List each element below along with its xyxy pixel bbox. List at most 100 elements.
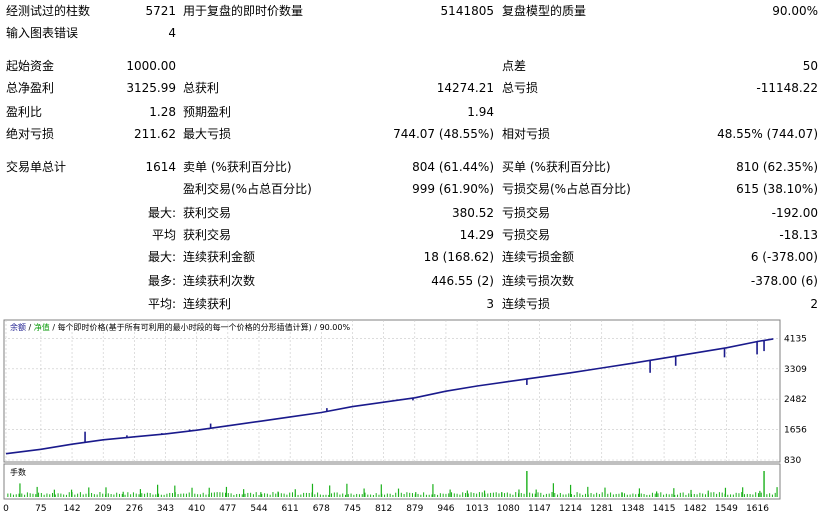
x-tick-label-10: 678 — [313, 504, 330, 514]
x-tick-label-19: 1281 — [590, 504, 613, 514]
x-tick-label-5: 343 — [157, 504, 174, 514]
y-tick-label-2: 2482 — [784, 395, 807, 405]
short-positions-label: 卖单 (%获利百分比) — [183, 160, 292, 174]
x-tick-label-4: 276 — [126, 504, 143, 514]
total-trades-value: 1614 — [145, 160, 176, 174]
balance-chart-panel — [3, 319, 781, 463]
short-positions-value: 804 (61.44%) — [412, 160, 494, 174]
max-consecutive-label: 最大: — [147, 250, 176, 264]
x-tick-label-22: 1482 — [684, 504, 707, 514]
x-tick-label-3: 209 — [95, 504, 112, 514]
x-tick-label-12: 812 — [375, 504, 392, 514]
legend-separator: / — [26, 323, 34, 332]
average-consecutive-losses-value: 2 — [810, 297, 818, 311]
x-tick-label-8: 544 — [250, 504, 267, 514]
maximal-drawdown-value: 744.07 (48.55%) — [393, 127, 494, 141]
spread-value: 50 — [802, 59, 818, 73]
x-tick-label-18: 1214 — [559, 504, 582, 514]
x-tick-label-16: 1080 — [497, 504, 520, 514]
maximal-wins-value: 446.55 (2) — [431, 274, 494, 288]
gross-profit-value: 14274.21 — [436, 81, 494, 95]
balance-chart: 余额 / 净值 / 每个即时价格(基于所有可利用的最小时段的每一个价格的分形插值… — [3, 319, 807, 514]
average-consecutive-losses-label: 连续亏损 — [502, 297, 551, 311]
absolute-drawdown-value: 211.62 — [134, 127, 176, 141]
y-tick-label-1: 1656 — [784, 426, 807, 436]
loss-trades-label: 亏损交易(%占总百分比) — [502, 182, 631, 196]
net-profit-label: 总净盈利 — [6, 81, 55, 95]
x-tick-label-24: 1616 — [746, 504, 769, 514]
total-trades-label: 交易单总计 — [6, 160, 67, 174]
chart-errors-value: 4 — [168, 26, 176, 40]
y-tick-label-0: 830 — [784, 456, 801, 466]
average-consecutive-wins-label: 连续获利 — [183, 297, 232, 311]
chart-errors-label: 输入图表错误 — [6, 26, 79, 40]
max-consecutive-losses-label: 连续亏损金额 — [502, 250, 575, 264]
y-tick-label-3: 3309 — [784, 365, 807, 375]
gross-loss-label: 总亏损 — [502, 81, 539, 95]
volume-panel — [3, 463, 781, 500]
ticks-label: 用于复盘的即时价数量 — [183, 4, 304, 18]
expected-payoff-value: 1.94 — [467, 105, 494, 119]
legend-equity: 净值 — [34, 322, 50, 332]
x-tick-label-17: 1147 — [528, 504, 551, 514]
x-tick-label-15: 1013 — [466, 504, 489, 514]
relative-drawdown-value: 48.55% (744.07) — [717, 127, 818, 141]
x-tick-label-0: 0 — [3, 504, 9, 514]
x-tick-label-1: 75 — [35, 504, 46, 514]
average-profit-label: 获利交易 — [183, 228, 232, 242]
x-tick-label-11: 745 — [344, 504, 361, 514]
maximal-losses-value: -378.00 (6) — [750, 274, 818, 288]
largest-label: 最大: — [147, 206, 176, 220]
y-axis-ticks: 830 1656 2482 3309 4135 — [784, 334, 807, 466]
maximal-label: 最多: — [147, 274, 176, 288]
maximal-drawdown-label: 最大亏损 — [183, 127, 232, 141]
profit-trades-label: 盈利交易(%占总百分比) — [183, 182, 312, 196]
gross-loss-value: -11148.22 — [756, 81, 818, 95]
y-tick-label-4: 4135 — [784, 334, 807, 344]
quality-value: 90.00% — [772, 4, 818, 18]
deposit-value: 1000.00 — [126, 59, 176, 73]
largest-profit-label: 获利交易 — [183, 206, 232, 220]
x-tick-label-20: 1348 — [621, 504, 644, 514]
deposit-label: 起始资金 — [6, 59, 55, 73]
long-positions-value: 810 (62.35%) — [736, 160, 818, 174]
bars-tested-label: 经测试过的柱数 — [6, 4, 91, 18]
average-label: 平均 — [151, 228, 176, 242]
loss-trades-value: 615 (38.10%) — [736, 182, 818, 196]
average-consecutive-label: 平均: — [147, 297, 176, 311]
test-report-stats: 经测试过的柱数 5721 用于复盘的即时价数量 5141805 复盘模型的质量 … — [0, 0, 828, 318]
x-tick-label-6: 410 — [188, 504, 205, 514]
largest-profit-value: 380.52 — [452, 206, 494, 220]
profit-factor-label: 盈利比 — [6, 105, 43, 119]
legend-description: / 每个即时价格(基于所有可利用的最小时段的每一个价格的分形插值计算) / 90… — [50, 322, 351, 332]
average-loss-label: 亏损交易 — [502, 228, 551, 242]
bars-tested-value: 5721 — [145, 4, 176, 18]
net-profit-value: 3125.99 — [126, 81, 176, 95]
max-consecutive-losses-value: 6 (-378.00) — [750, 250, 818, 264]
x-tick-label-21: 1415 — [653, 504, 676, 514]
x-tick-label-7: 477 — [219, 504, 236, 514]
largest-loss-value: -192.00 — [771, 206, 818, 220]
legend-balance: 余额 — [10, 322, 26, 332]
profit-trades-value: 999 (61.90%) — [412, 182, 494, 196]
long-positions-label: 买单 (%获利百分比) — [502, 160, 611, 174]
relative-drawdown-label: 相对亏损 — [502, 127, 551, 141]
chart-legend: 余额 / 净值 / 每个即时价格(基于所有可利用的最小时段的每一个价格的分形插值… — [10, 322, 350, 332]
ticks-value: 5141805 — [440, 4, 494, 18]
profit-factor-value: 1.28 — [149, 105, 176, 119]
expected-payoff-label: 预期盈利 — [183, 105, 232, 119]
quality-label: 复盘模型的质量 — [502, 4, 587, 18]
x-tick-label-2: 142 — [63, 504, 80, 514]
max-consecutive-wins-value: 18 (168.62) — [423, 250, 494, 264]
volume-label: 手数 — [10, 467, 26, 477]
x-tick-label-14: 946 — [437, 504, 454, 514]
max-consecutive-wins-label: 连续获利金额 — [183, 250, 256, 264]
gross-profit-label: 总获利 — [183, 81, 220, 95]
x-tick-label-23: 1549 — [715, 504, 738, 514]
x-tick-label-9: 611 — [282, 504, 299, 514]
absolute-drawdown-label: 绝对亏损 — [6, 127, 55, 141]
maximal-losses-label: 连续亏损次数 — [502, 274, 575, 288]
spread-label: 点差 — [502, 59, 527, 73]
average-consecutive-wins-value: 3 — [486, 297, 494, 311]
average-loss-value: -18.13 — [779, 228, 818, 242]
